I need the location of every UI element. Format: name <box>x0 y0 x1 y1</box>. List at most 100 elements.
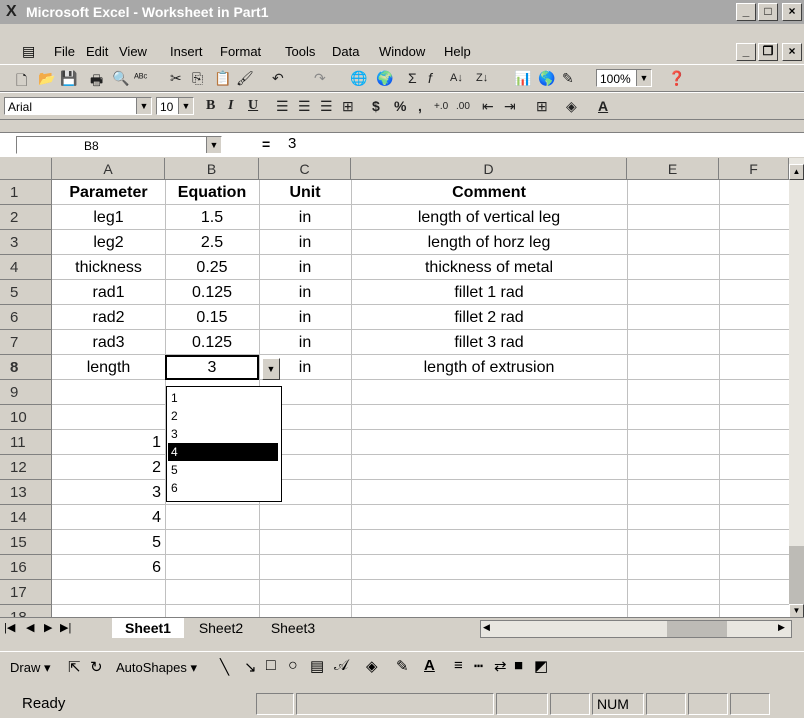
close-button[interactable]: × <box>782 3 802 21</box>
name-box[interactable]: B8 ▼ <box>16 136 222 154</box>
col-header-f[interactable]: F <box>719 158 789 180</box>
oval-icon[interactable]: ○ <box>288 657 298 675</box>
font-color-icon[interactable]: A <box>598 98 608 114</box>
next-sheet-icon[interactable]: ▶ <box>44 621 52 634</box>
cell-a3[interactable]: leg2 <box>52 230 165 255</box>
cell-d8[interactable]: length of extrusion <box>351 355 627 380</box>
wordart-icon[interactable]: 𝒜 <box>334 657 348 674</box>
cell-a6[interactable]: rad2 <box>52 305 165 330</box>
line-icon[interactable]: ╲ <box>220 658 229 676</box>
dropdown-option[interactable]: 1 <box>168 389 278 407</box>
select-all-corner[interactable] <box>0 158 52 180</box>
minimize-button[interactable]: _ <box>736 3 756 21</box>
tab-sheet1[interactable]: Sheet1 <box>112 618 184 638</box>
menu-data[interactable]: Data <box>332 44 359 59</box>
dropdown-option[interactable]: 2 <box>168 407 278 425</box>
free-rotate-icon[interactable]: ↻ <box>90 658 103 676</box>
row-header[interactable]: 6 <box>0 305 52 330</box>
scroll-up-button[interactable]: ▲ <box>789 164 804 180</box>
cell-a4[interactable]: thickness <box>52 255 165 280</box>
row-header[interactable]: 11 <box>0 430 52 455</box>
sort-ascending-icon[interactable]: A↓ <box>450 72 463 84</box>
row-header[interactable]: 3 <box>0 230 52 255</box>
line-style-icon[interactable]: ≡ <box>454 657 463 674</box>
cell-a13[interactable]: 3 <box>52 480 165 505</box>
align-right-icon[interactable]: ☰ <box>320 98 333 115</box>
fill-color-icon[interactable]: ◈ <box>366 657 378 675</box>
paste-icon[interactable]: 📋 <box>214 70 231 87</box>
cell-c7[interactable]: in <box>259 330 351 355</box>
cell-b4[interactable]: 0.25 <box>165 255 259 280</box>
col-header-d[interactable]: D <box>351 158 627 180</box>
cell-c2[interactable]: in <box>259 205 351 230</box>
font-size-select[interactable]: 10 ▼ <box>156 97 194 115</box>
cell-a14[interactable]: 4 <box>52 505 165 530</box>
cell-d3[interactable]: length of horz leg <box>351 230 627 255</box>
menu-edit[interactable]: Edit <box>86 44 108 59</box>
row-header[interactable]: 4 <box>0 255 52 280</box>
function-icon[interactable]: f <box>428 70 432 86</box>
row-header[interactable]: 15 <box>0 530 52 555</box>
row-header[interactable]: 7 <box>0 330 52 355</box>
decrease-indent-icon[interactable]: ⇤ <box>482 98 494 115</box>
row-header[interactable]: 10 <box>0 405 52 430</box>
cell-b7[interactable]: 0.125 <box>165 330 259 355</box>
font-select[interactable]: Arial ▼ <box>4 97 152 115</box>
cut-icon[interactable]: ✂ <box>170 70 182 87</box>
cell-d2[interactable]: length of vertical leg <box>351 205 627 230</box>
help-icon[interactable]: ❓ <box>668 70 685 87</box>
dropdown-option[interactable]: 5 <box>168 461 278 479</box>
currency-button[interactable]: $ <box>372 98 380 114</box>
cell-b1[interactable]: Equation <box>165 180 259 205</box>
map-icon[interactable]: 🌎 <box>538 70 555 87</box>
increase-indent-icon[interactable]: ⇥ <box>504 98 516 115</box>
cell-a7[interactable]: rad3 <box>52 330 165 355</box>
validation-dropdown-list[interactable]: 1 2 3 4 5 6 <box>166 386 282 502</box>
rectangle-icon[interactable]: □ <box>266 657 276 675</box>
underline-button[interactable]: U <box>248 98 258 114</box>
tab-sheet2[interactable]: Sheet2 <box>186 619 256 638</box>
borders-icon[interactable]: ⊞ <box>536 98 548 115</box>
row-header[interactable]: 17 <box>0 580 52 605</box>
shadow-icon[interactable]: ■ <box>514 657 523 674</box>
align-left-icon[interactable]: ☰ <box>276 98 289 115</box>
horizontal-scrollbar[interactable]: ◀ ▶ <box>480 620 792 638</box>
col-header-c[interactable]: C <box>259 158 351 180</box>
cell-d1[interactable]: Comment <box>351 180 627 205</box>
chart-wizard-icon[interactable]: 📊 <box>514 70 531 87</box>
menu-insert[interactable]: Insert <box>170 44 203 59</box>
first-sheet-icon[interactable]: |◀ <box>4 621 15 634</box>
autoshapes-menu-button[interactable]: AutoShapes ▾ <box>116 660 197 676</box>
drawing-icon[interactable]: ✎ <box>562 70 574 87</box>
select-objects-icon[interactable]: ⇱ <box>68 658 81 676</box>
scroll-thumb[interactable] <box>789 546 804 604</box>
3d-icon[interactable]: ◩ <box>534 657 548 675</box>
cell-a12[interactable]: 2 <box>52 455 165 480</box>
prev-sheet-icon[interactable]: ◀ <box>26 621 34 634</box>
hyperlink-icon[interactable]: 🌐 <box>350 70 367 87</box>
cell-b2[interactable]: 1.5 <box>165 205 259 230</box>
col-header-a[interactable]: A <box>52 158 165 180</box>
scroll-left-icon[interactable]: ◀ <box>483 622 490 633</box>
chevron-down-icon[interactable]: ▼ <box>206 137 221 153</box>
validation-dropdown-button[interactable]: ▼ <box>262 358 280 380</box>
dropdown-option[interactable]: 6 <box>168 479 278 497</box>
fill-color-icon[interactable]: ◈ <box>566 98 577 115</box>
dash-style-icon[interactable]: ┅ <box>474 657 483 675</box>
cell-a5[interactable]: rad1 <box>52 280 165 305</box>
cell-c1[interactable]: Unit <box>259 180 351 205</box>
percent-button[interactable]: % <box>394 98 406 114</box>
row-header[interactable]: 5 <box>0 280 52 305</box>
scroll-down-button[interactable]: ▼ <box>789 604 804 618</box>
font-color-icon[interactable]: A <box>424 657 435 674</box>
cell-b5[interactable]: 0.125 <box>165 280 259 305</box>
menu-tools[interactable]: Tools <box>285 44 315 59</box>
copy-icon[interactable]: ⎘ <box>192 70 203 87</box>
draw-menu-button[interactable]: Draw ▾ <box>10 660 50 676</box>
row-header[interactable]: 1 <box>0 180 52 205</box>
format-painter-icon[interactable]: 🖌 <box>236 70 254 87</box>
align-center-icon[interactable]: ☰ <box>298 98 311 115</box>
sort-descending-icon[interactable]: Z↓ <box>476 72 488 84</box>
new-icon[interactable]: 🗋 <box>16 70 27 94</box>
print-preview-icon[interactable]: 🔍 <box>112 70 129 87</box>
